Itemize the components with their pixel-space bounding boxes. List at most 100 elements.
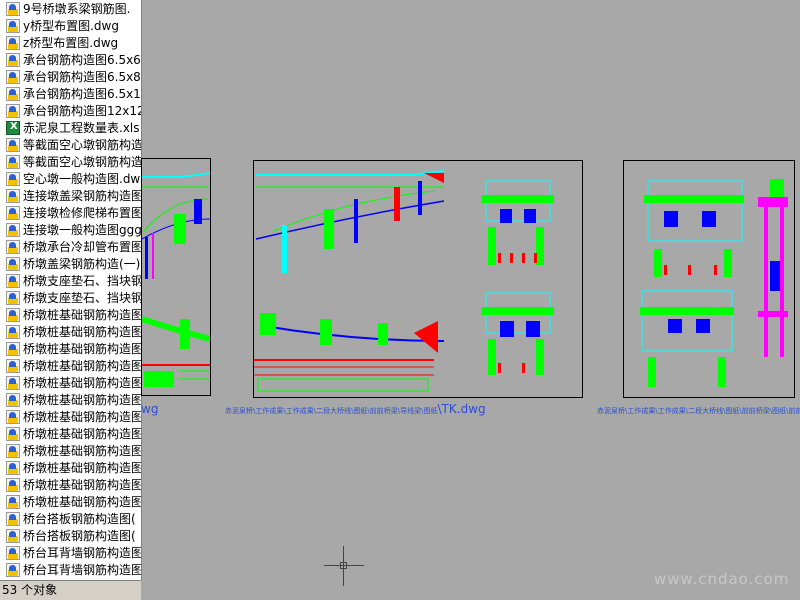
- file-name: 承台钢筋构造图6.5x6.: [23, 53, 141, 67]
- dwg-file-icon: [6, 426, 20, 441]
- status-bar: 53 个对象: [0, 580, 141, 600]
- file-name: 空心墩一般构造图.dwg: [23, 172, 141, 186]
- file-list-item[interactable]: 连接墩一般构造图ggg: [0, 221, 141, 238]
- file-name: 9号桥墩系梁钢筋图.: [23, 2, 131, 16]
- file-list-item[interactable]: 赤泥泉工程数量表.xls: [0, 119, 141, 136]
- file-list-item[interactable]: 承台钢筋构造图6.5x8.: [0, 68, 141, 85]
- file-name: 等截面空心墩钢筋构造: [23, 138, 141, 152]
- sheet-2-graphics: [254, 170, 554, 392]
- file-name: 连接墩检修爬梯布置图: [23, 206, 141, 220]
- file-list-item[interactable]: 桥台搭板钢筋构造图(: [0, 527, 141, 544]
- sheet-1-caption: wg: [141, 402, 159, 416]
- file-name: y桥型布置图.dwg: [23, 19, 119, 33]
- file-list-item[interactable]: 承台钢筋构造图12x12x: [0, 102, 141, 119]
- file-name: 承台钢筋构造图6.5x10: [23, 87, 141, 101]
- cad-crosshair-cursor: [324, 546, 364, 586]
- file-name: 桥墩支座垫石、挡块钢: [23, 291, 141, 305]
- dwg-file-icon: [6, 137, 20, 152]
- dwg-file-icon: [6, 222, 20, 237]
- file-name: 桥台搭板钢筋构造图(: [23, 512, 136, 526]
- file-list-item[interactable]: 桥墩桩基础钢筋构造图: [0, 323, 141, 340]
- dwg-file-icon: [6, 52, 20, 67]
- file-name: 承台钢筋构造图12x12x: [23, 104, 141, 118]
- file-name: 桥墩支座垫石、挡块钢: [23, 274, 141, 288]
- file-name: 桥墩桩基础钢筋构造图: [23, 376, 141, 390]
- dwg-file-icon: [6, 18, 20, 33]
- file-name: 桥墩桩基础钢筋构造图: [23, 325, 141, 339]
- file-list-item[interactable]: 等截面空心墩钢筋构造: [0, 153, 141, 170]
- dwg-file-icon: [6, 528, 20, 543]
- dwg-file-icon: [6, 341, 20, 356]
- dwg-file-icon: [6, 239, 20, 254]
- dwg-file-icon: [6, 256, 20, 271]
- file-list-item[interactable]: 桥墩桩基础钢筋构造图: [0, 476, 141, 493]
- file-list-item[interactable]: 空心墩一般构造图.dwg: [0, 170, 141, 187]
- file-list-item[interactable]: 承台钢筋构造图6.5x10: [0, 85, 141, 102]
- drawing-sheet-3[interactable]: [623, 160, 795, 398]
- file-list-item[interactable]: 桥墩桩基础钢筋构造图: [0, 306, 141, 323]
- dwg-file-icon: [6, 477, 20, 492]
- file-list-item[interactable]: 桥墩支座垫石、挡块钢: [0, 272, 141, 289]
- file-name: 连接墩一般构造图ggg: [23, 223, 141, 237]
- file-name: 桥墩桩基础钢筋构造图: [23, 478, 141, 492]
- file-list-item[interactable]: 桥墩桩基础钢筋构造图: [0, 408, 141, 425]
- file-name: 桥墩桩基础钢筋构造图: [23, 308, 141, 322]
- dwg-file-icon: [6, 409, 20, 424]
- drawing-sheet-1[interactable]: [141, 158, 211, 396]
- object-count: 53 个对象: [2, 583, 58, 597]
- file-name: 承台钢筋构造图6.5x8.: [23, 70, 141, 84]
- file-name: 桥墩桩基础钢筋构造图: [23, 410, 141, 424]
- dwg-file-icon: [6, 562, 20, 577]
- file-list-item[interactable]: 桥墩桩基础钢筋构造图: [0, 493, 141, 510]
- dwg-file-icon: [6, 1, 20, 16]
- file-list-item[interactable]: 桥墩桩基础钢筋构造图: [0, 391, 141, 408]
- file-list-item[interactable]: 桥墩桩基础钢筋构造图: [0, 374, 141, 391]
- dwg-file-icon: [6, 273, 20, 288]
- file-list-item[interactable]: 桥台搭板钢筋构造图(: [0, 510, 141, 527]
- file-list-item[interactable]: 桥墩桩基础钢筋构造图: [0, 357, 141, 374]
- file-name: 桥墩桩基础钢筋构造图: [23, 393, 141, 407]
- file-list-item[interactable]: 桥墩桩基础钢筋构造图: [0, 340, 141, 357]
- file-list-item[interactable]: 桥墩盖梁钢筋构造(一): [0, 255, 141, 272]
- dwg-file-icon: [6, 103, 20, 118]
- file-list-item[interactable]: 9号桥墩系梁钢筋图.: [0, 0, 141, 17]
- file-list-item[interactable]: 等截面空心墩钢筋构造: [0, 136, 141, 153]
- file-list-item[interactable]: 承台钢筋构造图6.5x6.: [0, 51, 141, 68]
- dwg-file-icon: [6, 460, 20, 475]
- file-name: z桥型布置图.dwg: [23, 36, 119, 50]
- sheet-1-graphics: [142, 172, 210, 387]
- file-list-item[interactable]: y桥型布置图.dwg: [0, 17, 141, 34]
- file-list-item[interactable]: 桥墩桩基础钢筋构造图: [0, 442, 141, 459]
- file-list-item[interactable]: 桥墩承台冷却管布置图: [0, 238, 141, 255]
- dwg-file-icon: [6, 511, 20, 526]
- file-list-item[interactable]: 桥台耳背墙钢筋构造图: [0, 544, 141, 561]
- file-name: 桥墩桩基础钢筋构造图: [23, 427, 141, 441]
- file-name: 桥墩盖梁钢筋构造(一): [23, 257, 141, 271]
- dwg-file-icon: [6, 205, 20, 220]
- dwg-file-icon: [6, 188, 20, 203]
- drawing-workspace[interactable]: wg 赤泥泉桥\工作成果\工作成果\二段大桥线\图纸\前前桥梁\导线梁\图纸\T…: [141, 0, 800, 600]
- file-name: 桥墩桩基础钢筋构造图: [23, 342, 141, 356]
- file-list[interactable]: 9号桥墩系梁钢筋图. y桥型布置图.dwg z桥型布置图.dwg 承台钢筋构造图6.5…: [0, 0, 142, 580]
- file-list-item[interactable]: z桥型布置图.dwg: [0, 34, 141, 51]
- file-name: 桥墩承台冷却管布置图: [23, 240, 141, 254]
- file-name: 等截面空心墩钢筋构造: [23, 155, 141, 169]
- file-list-item[interactable]: 桥墩桩基础钢筋构造图: [0, 459, 141, 476]
- dwg-file-icon: [6, 86, 20, 101]
- file-list-item[interactable]: 连接墩盖梁钢筋构造图: [0, 187, 141, 204]
- dwg-file-icon: [6, 290, 20, 305]
- file-list-item[interactable]: 桥墩桩基础钢筋构造图: [0, 425, 141, 442]
- file-list-item[interactable]: 桥墩支座垫石、挡块钢: [0, 289, 141, 306]
- file-list-item[interactable]: 桥台耳背墙钢筋构造图: [0, 561, 141, 578]
- dwg-file-icon: [6, 307, 20, 322]
- dwg-file-icon: [6, 154, 20, 169]
- file-name: 桥墩桩基础钢筋构造图: [23, 495, 141, 509]
- file-list-item[interactable]: 连接墩检修爬梯布置图: [0, 204, 141, 221]
- sheet-3-graphics: [640, 179, 788, 387]
- dwg-file-icon: [6, 443, 20, 458]
- drawing-sheet-2[interactable]: [253, 160, 583, 398]
- dwg-file-icon: [6, 375, 20, 390]
- dwg-file-icon: [6, 171, 20, 186]
- watermark: www.cndao.com: [654, 570, 790, 588]
- file-name: 桥台耳背墙钢筋构造图: [23, 563, 141, 577]
